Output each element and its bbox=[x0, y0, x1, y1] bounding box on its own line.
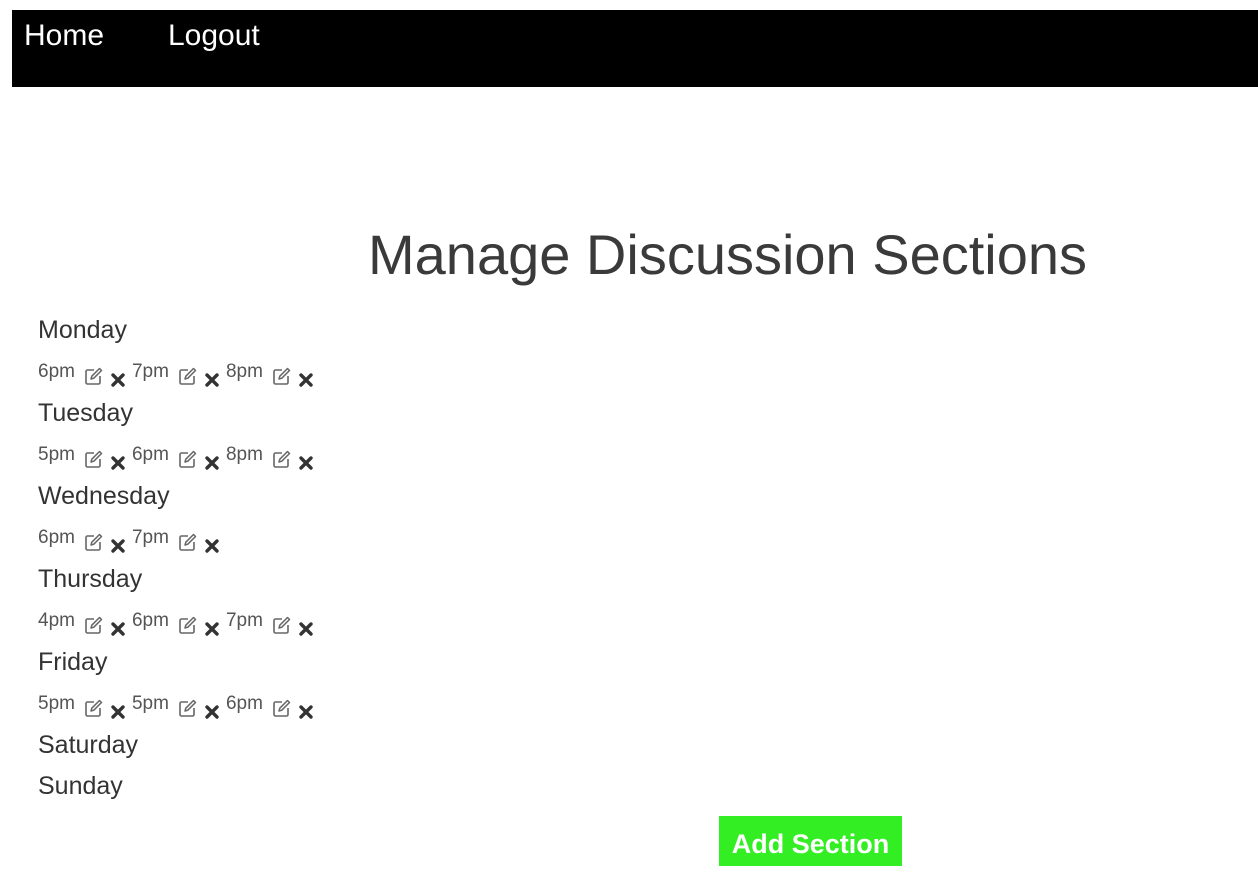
section-schedule: Monday 6pm 7pm 8pm Tuesday 5pm 6pm 8pm Wednesday… bbox=[38, 310, 320, 807]
section-slot: 7pm bbox=[226, 600, 314, 642]
edit-icon[interactable] bbox=[272, 443, 292, 468]
section-time: 4pm bbox=[38, 610, 75, 631]
delete-icon[interactable] bbox=[204, 694, 220, 719]
section-slot: 6pm bbox=[132, 434, 220, 476]
section-list: 5pm 5pm 6pm bbox=[38, 683, 320, 725]
section-time: 7pm bbox=[131, 361, 169, 382]
section-slot: 6pm bbox=[38, 517, 126, 559]
day-heading: Sunday bbox=[38, 772, 123, 800]
delete-icon[interactable] bbox=[110, 445, 126, 470]
section-time: 7pm bbox=[225, 610, 263, 631]
nav-logout-link[interactable]: Logout bbox=[168, 18, 260, 54]
delete-icon[interactable] bbox=[110, 694, 126, 719]
delete-icon[interactable] bbox=[110, 362, 126, 387]
day-heading: Tuesday bbox=[38, 399, 133, 427]
section-slot: 5pm bbox=[38, 683, 126, 725]
section-time: 6pm bbox=[38, 527, 75, 548]
section-slot: 7pm bbox=[132, 351, 220, 393]
section-time: 6pm bbox=[131, 610, 169, 631]
edit-icon[interactable] bbox=[84, 692, 104, 717]
delete-icon[interactable] bbox=[298, 445, 314, 470]
day-heading: Thursday bbox=[38, 565, 143, 593]
section-time: 5pm bbox=[38, 693, 75, 714]
section-time: 8pm bbox=[225, 361, 263, 382]
edit-icon[interactable] bbox=[84, 443, 104, 468]
edit-icon[interactable] bbox=[178, 692, 198, 717]
nav-home-link[interactable]: Home bbox=[24, 18, 104, 54]
day-heading: Wednesday bbox=[38, 482, 170, 510]
delete-icon[interactable] bbox=[204, 611, 220, 636]
section-slot: 8pm bbox=[226, 351, 314, 393]
section-list: 6pm 7pm 8pm bbox=[38, 351, 320, 393]
day-heading: Friday bbox=[38, 648, 108, 676]
section-time: 6pm bbox=[38, 361, 75, 382]
page-title: Manage Discussion Sections bbox=[368, 223, 1088, 286]
section-time: 7pm bbox=[131, 527, 169, 548]
day-heading: Monday bbox=[38, 316, 127, 344]
top-navbar: Home Logout bbox=[12, 10, 1258, 87]
day-heading: Saturday bbox=[38, 731, 139, 759]
edit-icon[interactable] bbox=[84, 360, 104, 385]
edit-icon[interactable] bbox=[272, 360, 292, 385]
section-list: 5pm 6pm 8pm bbox=[38, 434, 320, 476]
section-slot: 6pm bbox=[132, 600, 220, 642]
edit-icon[interactable] bbox=[84, 526, 104, 551]
section-time: 6pm bbox=[131, 444, 169, 465]
delete-icon[interactable] bbox=[110, 611, 126, 636]
delete-icon[interactable] bbox=[298, 611, 314, 636]
section-slot: 5pm bbox=[132, 683, 220, 725]
edit-icon[interactable] bbox=[178, 609, 198, 634]
delete-icon[interactable] bbox=[204, 445, 220, 470]
edit-icon[interactable] bbox=[178, 360, 198, 385]
edit-icon[interactable] bbox=[272, 609, 292, 634]
section-time: 5pm bbox=[38, 444, 75, 465]
edit-icon[interactable] bbox=[178, 443, 198, 468]
edit-icon[interactable] bbox=[178, 526, 198, 551]
section-list: 4pm 6pm 7pm bbox=[38, 600, 320, 642]
section-slot: 8pm bbox=[226, 434, 314, 476]
section-slot: 6pm bbox=[226, 683, 314, 725]
delete-icon[interactable] bbox=[204, 362, 220, 387]
delete-icon[interactable] bbox=[110, 528, 126, 553]
edit-icon[interactable] bbox=[84, 609, 104, 634]
section-list: 6pm 7pm bbox=[38, 517, 320, 559]
section-time: 6pm bbox=[225, 693, 263, 714]
delete-icon[interactable] bbox=[298, 362, 314, 387]
delete-icon[interactable] bbox=[204, 528, 220, 553]
section-slot: 7pm bbox=[132, 517, 220, 559]
add-section-button[interactable]: Add Section bbox=[719, 816, 902, 866]
section-slot: 4pm bbox=[38, 600, 126, 642]
section-time: 8pm bbox=[225, 444, 263, 465]
section-time: 5pm bbox=[131, 693, 169, 714]
delete-icon[interactable] bbox=[298, 694, 314, 719]
section-slot: 6pm bbox=[38, 351, 126, 393]
section-slot: 5pm bbox=[38, 434, 126, 476]
edit-icon[interactable] bbox=[272, 692, 292, 717]
